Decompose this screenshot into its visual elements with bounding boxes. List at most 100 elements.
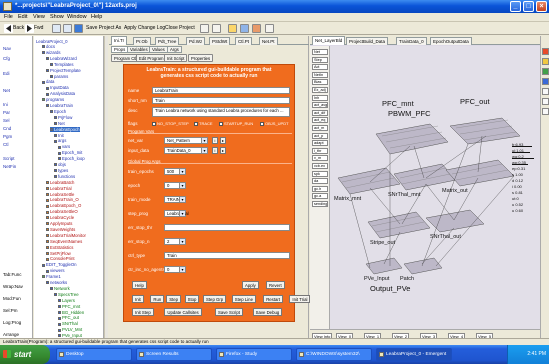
tree-scrollbar[interactable] [104,36,108,345]
name-field[interactable]: LeabraTrain [152,87,290,94]
left-nav-item[interactable]: Arrange [3,332,19,337]
tree-node[interactable]: LeabraTrialMonitor [46,233,86,238]
menu-file[interactable]: File [4,14,13,20]
subtab-args[interactable]: Args [167,46,182,53]
tree-node[interactable]: viewers [46,268,65,273]
tree-node[interactable]: Epoch [50,109,66,114]
tree-node[interactable]: objs [54,162,66,167]
close-project-button[interactable]: Close Project [165,25,195,31]
tree-node[interactable]: LeabraBatch [46,180,74,185]
left-nav-item[interactable]: Cnd [3,126,11,131]
run-control-button[interactable]: Run [150,295,165,303]
edit-program-button[interactable]: Edit Program [136,54,167,62]
zoom-icon[interactable] [542,78,549,85]
variable-button[interactable]: Bias [312,79,328,86]
left-nav-item[interactable]: Mod:Fun [3,296,21,301]
tree-node[interactable]: SeqEventNames [46,239,82,244]
tree-node[interactable]: ExtStatistics [46,245,73,250]
apply-change-log-button[interactable]: Apply Change Log [124,25,165,31]
variable-button[interactable]: NetIn [312,71,328,78]
tree-node[interactable]: ConsolePrint [46,256,75,261]
flag-trace[interactable]: TRACE [194,121,213,126]
variable-button[interactable]: Step [312,56,328,63]
left-nav-item[interactable]: Sel:Pm [3,308,18,313]
tree-node[interactable]: Templates [50,62,74,67]
taskbar-task[interactable]: Desktop [56,348,132,361]
script-control-button[interactable]: Save Script [215,308,243,316]
left-nav-item[interactable]: Wrap:Nav [3,284,23,289]
tree-node[interactable]: PFC_mnt [58,304,80,309]
delete-icon[interactable] [252,24,261,33]
subtab-props[interactable]: Props [111,46,129,53]
flag-startup-run[interactable]: STARTUP_RUN [219,121,253,126]
subtab-values[interactable]: Values [149,46,168,53]
tab-ctl-pt[interactable]: Ctl.Pt [235,37,253,45]
global-arg-field[interactable]: Train [164,252,290,259]
tree-node[interactable]: BG_Hidden [58,310,84,315]
menu-window[interactable]: Window [67,14,87,20]
forward-arrow-icon[interactable] [25,24,34,33]
tree-node[interactable]: LeabraSettleO [46,209,78,214]
tree-node[interactable]: InputData [46,85,69,90]
variable-button[interactable]: act_dif [312,109,328,116]
variable-button[interactable]: v_m [312,155,328,162]
variable-button[interactable]: vcb.ex [312,163,328,169]
tree-node[interactable]: LeabraCycle [46,215,74,220]
help-button[interactable]: Help [132,281,147,289]
variable-button[interactable]: spk [312,170,328,177]
tree-node[interactable]: LeabraTrain [46,103,73,108]
tree-node[interactable]: types [54,168,68,173]
view-icon[interactable] [240,24,249,33]
global-arg-select[interactable]: TRAIN ▾ [164,196,186,203]
fit-view-icon[interactable] [542,98,549,105]
menu-show[interactable]: Show [50,14,64,20]
back-label[interactable]: Back [13,25,24,31]
tree-node[interactable]: LeabraWizard [46,56,77,61]
tree-node[interactable]: Frame1 [42,274,61,279]
tree-node[interactable]: PVLV_Mnt [58,327,82,332]
stop-icon[interactable] [212,24,221,33]
variable-button[interactable]: act_eq [312,117,328,124]
variable-button[interactable]: Inh [312,94,328,101]
script-control-button[interactable]: Update Callsites [164,308,202,316]
variable-button[interactable]: act_m [312,125,328,131]
tree-node[interactable]: args [54,138,66,143]
tree-node[interactable]: Layers [58,298,75,303]
left-nav-item[interactable]: Pgm [3,134,12,139]
global-arg-select[interactable]: 500 ▾ [164,168,186,175]
tab-ini-tr[interactable]: Ini.Tr [111,36,128,45]
variable-button[interactable]: sending [312,201,328,207]
variable-button[interactable]: gc.h [312,185,328,192]
tree-node[interactable]: programs [42,97,64,102]
snapshot-icon[interactable] [542,108,549,115]
left-nav-item[interactable]: Log:Prog [3,320,21,325]
tree-node[interactable]: LeabraEpoch [50,126,80,132]
tree-node[interactable]: Init [54,133,64,138]
tree-node[interactable]: Epoch_loop [58,156,85,161]
left-nav-item[interactable]: Script [3,156,15,161]
tree-node[interactable]: ProjectTemplate [46,68,81,73]
tree-node[interactable]: data [42,79,54,84]
left-nav-item[interactable]: Tab:Func [3,272,22,277]
tree-node[interactable]: ApplyInputs [46,221,72,226]
variable-button[interactable]: da [312,178,328,185]
tree-node[interactable]: wizards [42,50,61,55]
left-nav-item[interactable]: Cfg [3,56,10,61]
left-nav-item[interactable]: Ini [3,102,8,107]
tab-net-layerbld[interactable]: Net_LayerBld [312,36,346,45]
run-control-button[interactable]: Restart [263,295,284,303]
save-icon[interactable] [74,24,83,33]
net-var-edit-button[interactable]: i [212,137,218,144]
grid-icon[interactable] [265,24,274,33]
left-nav-item[interactable]: NetFin [3,164,16,169]
rotate-icon[interactable] [542,68,549,75]
global-arg-select[interactable]: 0 ▾ [164,182,186,189]
tree-node[interactable]: EDIT_ToggleOn [42,262,77,267]
tree-node[interactable]: vars [58,144,70,149]
taskbar-task[interactable]: LeabraProject_0 - Emergent [376,348,452,361]
variable-button[interactable]: act_p [312,132,328,139]
run-control-button[interactable]: Init Trial [289,295,311,303]
variable-button[interactable]: gc.a [312,193,328,200]
input-data-edit-button[interactable]: i [212,147,218,154]
variable-button[interactable]: Net [312,49,328,55]
